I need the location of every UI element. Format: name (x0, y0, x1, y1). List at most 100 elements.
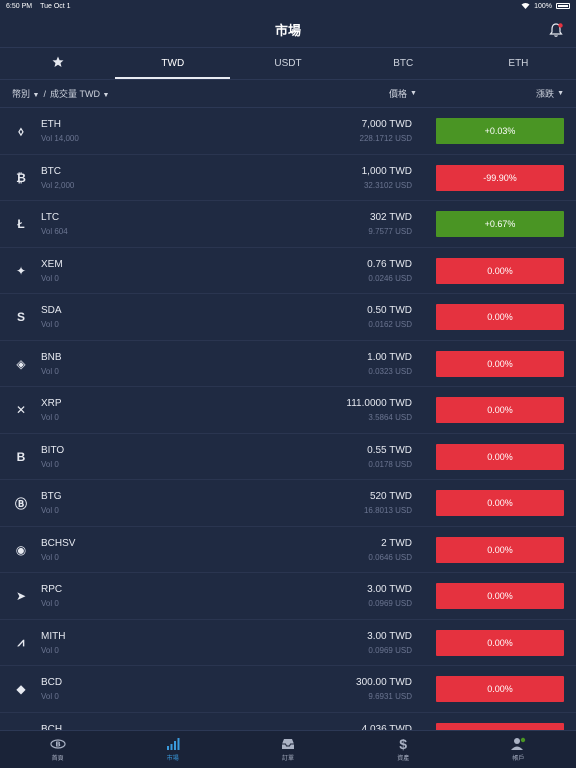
change-badge[interactable]: 0.00% (436, 257, 564, 284)
nav-assets-label: 資產 (397, 756, 410, 762)
market-row[interactable]: S SDA Vol 0 0.50 TWD 0.0162 USD 0.00% (0, 294, 576, 341)
ripple-icon: ✕ (15, 403, 27, 417)
coin-price-twd: 0.50 TWD (367, 305, 412, 316)
market-row[interactable]: ◆ BCD Vol 0 300.00 TWD 9.6931 USD 0.00% (0, 666, 576, 713)
coin-price-twd: 1,000 TWD (361, 165, 412, 177)
change-badge[interactable]: 0.00% (436, 536, 564, 563)
change-badge[interactable]: +0.67% (436, 211, 564, 237)
caret-down-icon: ▼ (557, 90, 564, 97)
coin-price-usd: 0.0969 USD (368, 645, 412, 655)
change-badge[interactable] (436, 722, 564, 730)
change-badge[interactable]: 0.00% (436, 443, 564, 470)
sda-icon: S (16, 310, 25, 324)
coin-volume: Vol 0 (41, 320, 59, 329)
coin-symbol: XEM (41, 258, 63, 270)
market-list: ⬨ ETH Vol 14,000 7,000 TWD 228.1712 USD +0.03… (0, 108, 576, 730)
tab-eth[interactable]: ETH (461, 48, 576, 79)
market-row[interactable]: ⩘ MITH Vol 0 3.00 TWD 0.0969 USD 0.00% (0, 620, 576, 666)
tab-twd[interactable]: TWD (115, 48, 231, 79)
sort-volume-label: 成交量 TWD (49, 89, 100, 99)
coin-symbol: XRP (41, 398, 62, 409)
nav-market[interactable]: 市場 (115, 731, 230, 768)
wifi-icon (521, 2, 530, 11)
coin-price-usd: 0.0323 USD (368, 366, 412, 376)
market-row[interactable]: ✕ XRP Vol 0 111.0000 TWD 3.5864 USD 0.00% (0, 387, 576, 434)
orders-tray-icon (280, 737, 296, 751)
market-row[interactable]: ⬨ ETH Vol 14,000 7,000 TWD 228.1712 USD +0.03… (0, 108, 576, 155)
market-row[interactable]: ₿ BTC Vol 2,000 1,000 TWD 32.3102 USD -99.90% (0, 155, 576, 201)
market-row[interactable]: Ł LTC Vol 604 302 TWD 9.7577 USD +0.67% (0, 201, 576, 248)
coin-price-usd: 9.6931 USD (368, 692, 412, 701)
sort-price-label: 價格 (389, 89, 408, 99)
battery-icon (556, 3, 570, 9)
sort-currency[interactable]: 幣別 ▼ (12, 87, 39, 100)
coin-price-twd: 0.55 TWD (367, 444, 412, 456)
market-row[interactable]: ●BCH4,036 TWD (0, 713, 576, 730)
coin-price-twd: 7,000 TWD (361, 119, 412, 130)
coin-symbol: SDA (41, 305, 62, 316)
market-row[interactable]: B BITO Vol 0 0.55 TWD 0.0178 USD 0.00% (0, 434, 576, 480)
coin-volume: Vol 0 (41, 366, 59, 376)
nav-assets[interactable]: $ 資產 (346, 731, 461, 768)
ethereum-icon: ⬨ (18, 123, 24, 138)
status-date: Tue Oct 1 (40, 2, 71, 10)
market-chart-icon (165, 737, 181, 751)
sort-price[interactable]: 價格 ▼ (389, 87, 417, 100)
coin-price-twd: 3.00 TWD (367, 584, 412, 595)
status-bar: 6:50 PM Tue Oct 1 100% (0, 0, 576, 12)
change-badge[interactable]: 0.00% (436, 350, 564, 377)
change-badge[interactable]: 0.00% (436, 490, 564, 516)
coin-price-twd: 2 TWD (381, 537, 412, 549)
market-row[interactable]: ✦ XEM Vol 0 0.76 TWD 0.0246 USD 0.00% (0, 248, 576, 294)
coin-volume: Vol 0 (41, 273, 59, 283)
coin-symbol: BTC (41, 165, 61, 177)
coin-price-usd: 228.1712 USD (359, 134, 412, 143)
change-badge[interactable]: 0.00% (436, 583, 564, 609)
coin-symbol: RPC (41, 584, 63, 595)
market-row[interactable]: ◈ BNB Vol 0 1.00 TWD 0.0323 USD 0.00% (0, 341, 576, 387)
bito-icon: B (16, 449, 26, 464)
binance-icon: ◈ (16, 356, 26, 371)
coin-symbol: BITO (41, 444, 65, 456)
coin-price-twd: 0.76 TWD (367, 258, 412, 270)
filter-separator: / (43, 88, 46, 99)
coin-price-twd: 111.0000 TWD (346, 398, 412, 409)
coin-symbol: BCD (41, 677, 63, 688)
coin-price-usd: 0.0178 USD (368, 459, 412, 469)
nav-orders-label: 訂單 (282, 756, 295, 762)
market-row[interactable]: Ⓑ BTG Vol 0 520 TWD 16.8013 USD 0.00% (0, 480, 576, 527)
sort-volume[interactable]: 成交量 TWD ▼ (50, 87, 109, 100)
coin-volume: Vol 0 (41, 645, 59, 655)
star-icon (52, 56, 64, 71)
nav-account[interactable]: 帳戶 (461, 731, 576, 768)
sort-change[interactable]: 漲跌 ▼ (536, 87, 564, 100)
change-badge[interactable]: -99.90% (436, 164, 564, 191)
coin-symbol: ETH (41, 119, 61, 130)
coin-symbol: BNB (41, 351, 62, 363)
nav-home[interactable]: B 首頁 (0, 731, 115, 768)
sort-change-label: 漲跌 (536, 89, 555, 99)
home-logo-icon: B (49, 737, 66, 751)
tab-btc[interactable]: BTC (346, 48, 461, 79)
change-badge[interactable]: +0.03% (436, 118, 564, 144)
coin-price-usd: 0.0162 USD (368, 320, 412, 329)
sort-currency-label: 幣別 (12, 89, 31, 99)
caret-down-icon: ▼ (32, 92, 40, 99)
bell-icon[interactable] (548, 22, 564, 38)
coin-symbol: MITH (41, 630, 66, 642)
change-badge[interactable]: 0.00% (436, 676, 564, 702)
change-badge[interactable]: 0.00% (436, 304, 564, 330)
tab-usdt[interactable]: USDT (230, 48, 345, 79)
tab-favorites[interactable] (0, 48, 115, 79)
change-badge[interactable]: 0.00% (436, 629, 564, 656)
nav-orders[interactable]: 訂單 (230, 731, 345, 768)
coin-symbol: BCHSV (41, 537, 76, 549)
coin-symbol: BTG (41, 491, 62, 502)
market-row[interactable]: ➤ RPC Vol 0 3.00 TWD 0.0969 USD 0.00% (0, 573, 576, 620)
coin-volume: Vol 0 (41, 552, 59, 562)
market-row[interactable]: ◉ BCHSV Vol 0 2 TWD 0.0646 USD 0.00% (0, 527, 576, 573)
coin-volume: Vol 2,000 (41, 180, 75, 190)
sort-filter-row: 幣別 ▼ / 成交量 TWD ▼ 價格 ▼ 漲跌 ▼ (0, 80, 576, 108)
change-badge[interactable]: 0.00% (436, 397, 564, 423)
rpc-icon: ➤ (15, 589, 27, 603)
